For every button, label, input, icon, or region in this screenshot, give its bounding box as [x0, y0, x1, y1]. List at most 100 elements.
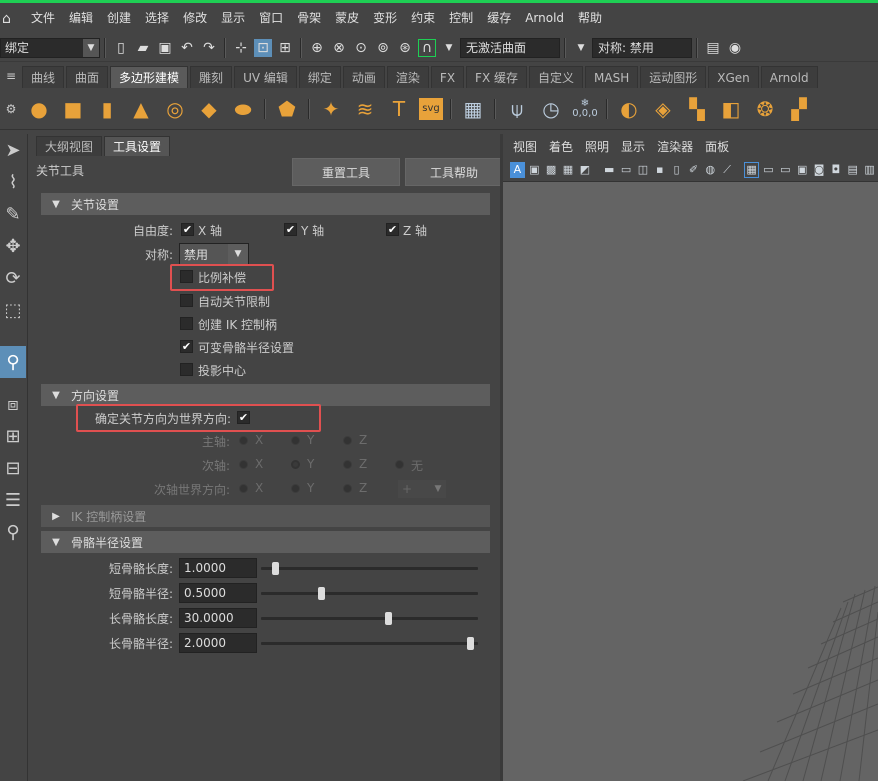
snap-surface-icon[interactable]: ⊛ — [396, 39, 414, 57]
ik-settings-header[interactable]: ▶ IK 控制柄设置 — [41, 505, 490, 527]
render-icon[interactable]: ◉ — [726, 39, 744, 57]
menu-file[interactable]: 文件 — [24, 3, 62, 34]
camera-icon[interactable]: ▬ — [602, 162, 617, 178]
tool-help-button[interactable]: 工具帮助 — [405, 158, 503, 186]
world-direction-dropdown[interactable]: + ▼ — [397, 479, 447, 499]
menu-create[interactable]: 创建 — [100, 3, 138, 34]
tab-sculpting[interactable]: 雕刻 — [190, 66, 233, 88]
platonic-icon[interactable]: ⬟ — [273, 95, 301, 123]
snap-view-icon[interactable]: ⊚ — [374, 39, 392, 57]
chevron-down-icon[interactable]: ▼ — [440, 39, 458, 57]
paint-select-icon[interactable]: ✎ — [0, 198, 26, 230]
xray-icon[interactable]: ◍ — [703, 162, 718, 178]
select-component-icon[interactable]: ⊞ — [276, 39, 294, 57]
wireframe-shade-icon[interactable]: ▭ — [778, 162, 793, 178]
ambient-occlusion-icon[interactable]: ▤ — [845, 162, 860, 178]
bone-radius-slider-thumb[interactable] — [271, 562, 279, 575]
lights-icon[interactable]: ◙ — [812, 162, 827, 178]
menu-constrain[interactable]: 约束 — [404, 3, 442, 34]
create-ik-checkbox[interactable] — [180, 317, 193, 330]
tab-arnold[interactable]: Arnold — [760, 66, 818, 88]
field-chart-icon[interactable]: ▪ — [652, 162, 667, 178]
helix-icon[interactable]: ≋ — [351, 95, 379, 123]
cone-icon[interactable]: ▲ — [127, 95, 155, 123]
tab-animation[interactable]: 动画 — [342, 66, 385, 88]
viewport-3d-view[interactable] — [503, 182, 878, 781]
text-icon[interactable]: T — [385, 95, 413, 123]
wireframe-icon[interactable]: ⟋ — [720, 162, 735, 178]
grid-icon[interactable]: ▦ — [459, 95, 487, 123]
svg-icon[interactable]: svg — [419, 97, 443, 120]
textured-icon[interactable]: ▣ — [795, 162, 810, 178]
tab-outliner[interactable]: 大纲视图 — [36, 136, 103, 156]
star-icon[interactable]: ✦ — [317, 95, 345, 123]
layout-icon[interactable]: ⧈ — [0, 388, 26, 420]
outliner-icon[interactable]: ☰ — [0, 484, 26, 516]
viewport-menu-shading[interactable]: 着色 — [543, 138, 579, 155]
smooth-shade-icon[interactable]: ▭ — [761, 162, 776, 178]
tab-surfaces[interactable]: 曲面 — [66, 66, 109, 88]
menu-control[interactable]: 控制 — [442, 3, 480, 34]
torus-icon[interactable]: ◎ — [161, 95, 189, 123]
bone-radius-slider-track[interactable] — [261, 592, 478, 595]
pivot-icon[interactable]: ⍦ — [503, 95, 531, 123]
select-hierarchy-icon[interactable]: ⊹ — [232, 39, 250, 57]
tab-fx[interactable]: FX — [430, 66, 465, 88]
two-view-icon[interactable]: ⊟ — [0, 452, 26, 484]
menu-cache[interactable]: 缓存 — [480, 3, 518, 34]
bookmark-icon[interactable]: ▦ — [561, 162, 576, 178]
bone-radius-slider-thumb[interactable] — [317, 587, 325, 600]
select-arrow-icon[interactable]: ➤ — [0, 134, 26, 166]
clock-icon[interactable]: ◷ — [537, 95, 565, 123]
chevron-down-icon[interactable]: ▼ — [572, 39, 590, 57]
boolean-icon[interactable]: ▚ — [683, 95, 711, 123]
secondary-none-radio[interactable] — [395, 460, 404, 469]
bone-radius-slider-track[interactable] — [261, 567, 478, 570]
menu-edit[interactable]: 编辑 — [62, 3, 100, 34]
tab-motion-graphics[interactable]: 运动图形 — [640, 66, 707, 88]
dof-z-checkbox[interactable]: ✔ — [386, 223, 399, 236]
menu-windows[interactable]: 窗口 — [252, 3, 290, 34]
world-x-radio[interactable] — [239, 484, 248, 493]
menu-select[interactable]: 选择 — [138, 3, 176, 34]
plane-icon[interactable]: ◆ — [195, 95, 223, 123]
undo-icon[interactable]: ↶ — [178, 39, 196, 57]
viewport-menu-lighting[interactable]: 照明 — [579, 138, 615, 155]
secondary-x-radio[interactable] — [239, 460, 248, 469]
joint-tool-icon[interactable]: ⚲ — [0, 346, 26, 378]
bone-radius-slider-track[interactable] — [261, 642, 478, 645]
image-plane-icon[interactable]: ▩ — [544, 162, 559, 178]
merge-icon[interactable]: ❂ — [751, 95, 779, 123]
secondary-y-radio[interactable] — [291, 460, 300, 469]
tab-custom[interactable]: 自定义 — [529, 66, 584, 88]
combine-icon[interactable]: ◐ — [615, 95, 643, 123]
bone-radius-slider-thumb[interactable] — [466, 637, 474, 650]
redo-icon[interactable]: ↷ — [200, 39, 218, 57]
tab-curves[interactable]: 曲线 — [22, 66, 65, 88]
select-camera-icon[interactable]: ▣ — [527, 162, 542, 178]
bone-radius-slider-track[interactable] — [261, 617, 478, 620]
tab-mash[interactable]: MASH — [585, 66, 639, 88]
home-icon[interactable]: ⌂ — [2, 11, 18, 27]
tab-uv-editing[interactable]: UV 编辑 — [234, 66, 297, 88]
dof-y-checkbox[interactable]: ✔ — [284, 223, 297, 236]
menu-display[interactable]: 显示 — [214, 3, 252, 34]
menu-skin[interactable]: 蒙皮 — [328, 3, 366, 34]
open-scene-icon[interactable]: ▰ — [134, 39, 152, 57]
viewport-menu-renderer[interactable]: 渲染器 — [651, 138, 699, 155]
tab-xgen[interactable]: XGen — [708, 66, 759, 88]
snap-curve-icon[interactable]: ⊗ — [330, 39, 348, 57]
bone-radius-value-field[interactable]: 0.5000 — [179, 583, 257, 603]
tab-rendering[interactable]: 渲染 — [386, 66, 429, 88]
grid-toggle-icon[interactable]: ▦ — [744, 161, 760, 178]
tab-tool-settings[interactable]: 工具设置 — [104, 136, 171, 156]
orientation-settings-header[interactable]: ▼ 方向设置 — [41, 384, 490, 406]
rotate-icon[interactable]: ⟳ — [0, 262, 26, 294]
cylinder-icon[interactable]: ▮ — [93, 95, 121, 123]
lasso-select-icon[interactable]: ⌇ — [0, 166, 26, 198]
sphere-icon[interactable]: ● — [25, 95, 53, 123]
move-icon[interactable]: ✥ — [0, 230, 26, 262]
snap-grid-icon[interactable]: ⊕ — [308, 39, 326, 57]
menu-arnold[interactable]: Arnold — [518, 3, 571, 34]
zoom-icon[interactable]: ⚲ — [0, 516, 26, 548]
